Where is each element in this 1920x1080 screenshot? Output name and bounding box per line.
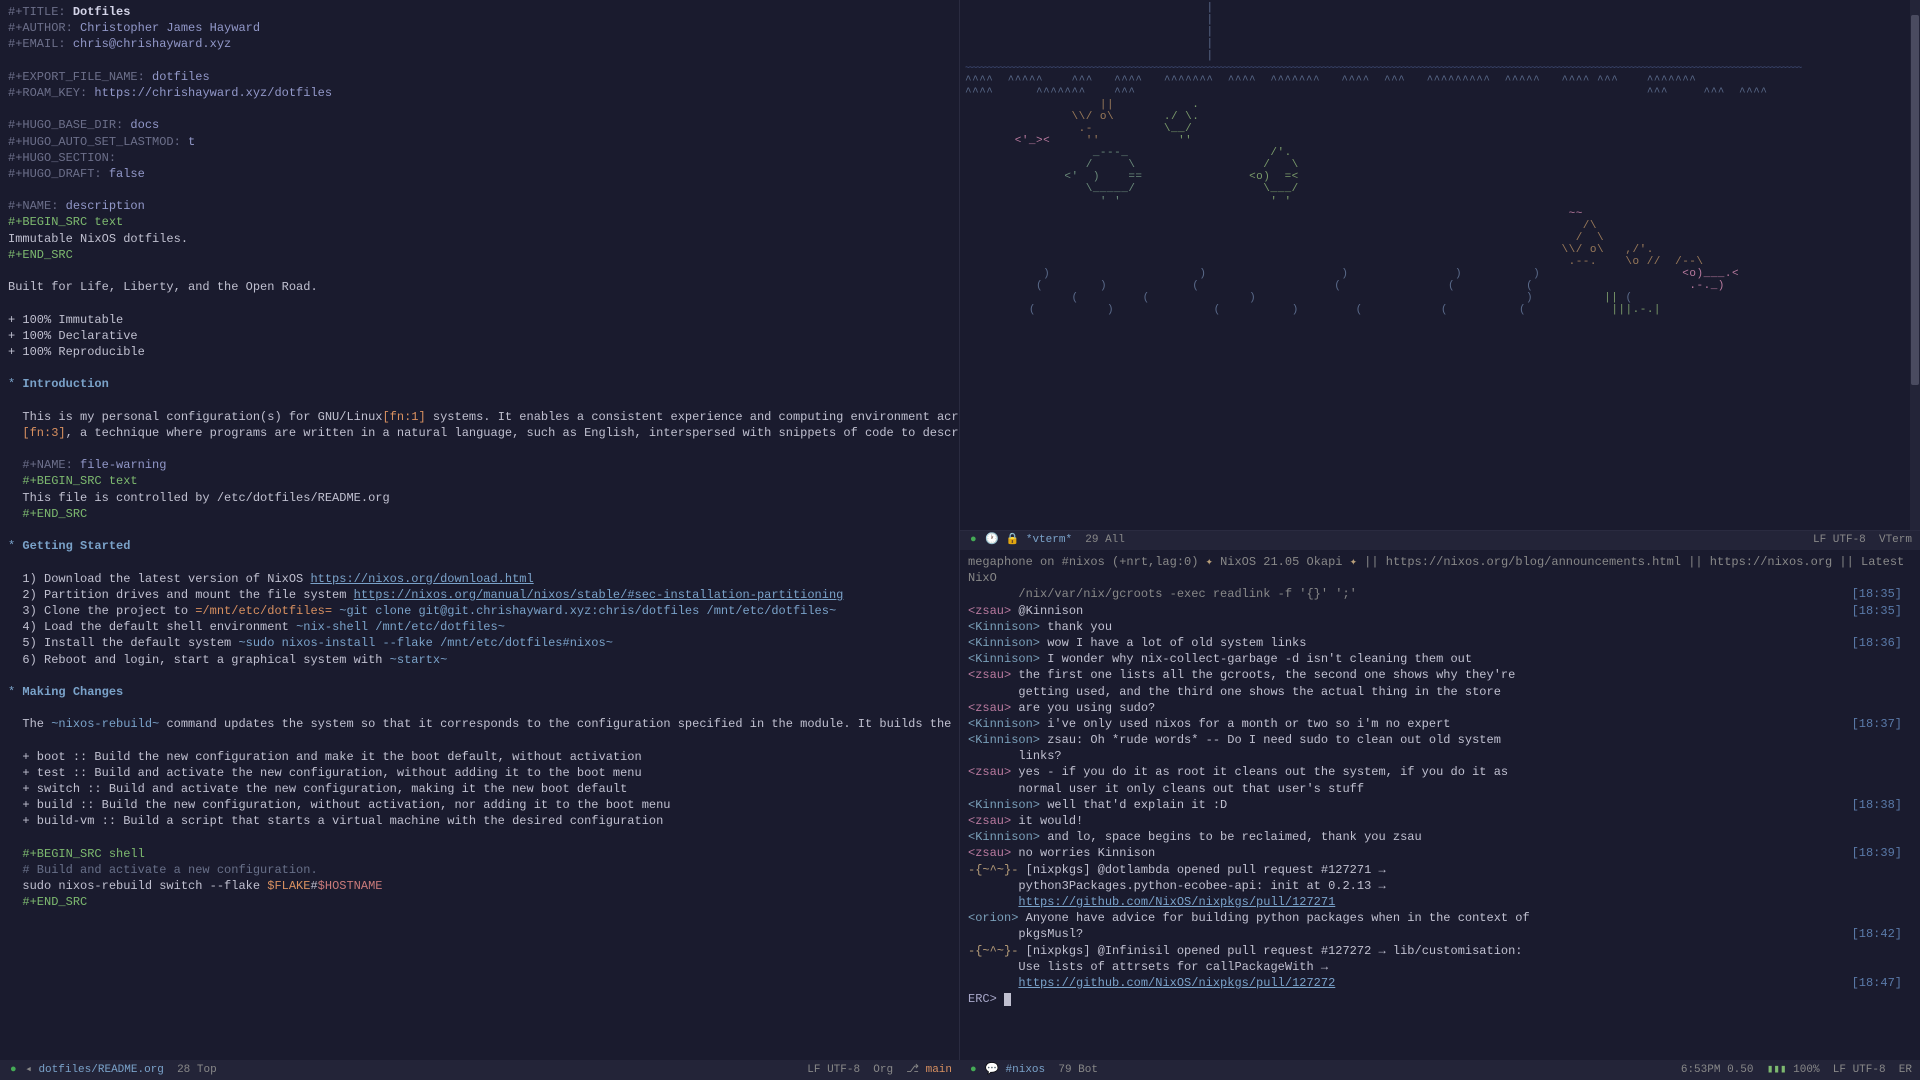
encoding: LF UTF-8 xyxy=(807,1063,860,1078)
irc-input[interactable] xyxy=(1004,993,1011,1006)
scrollbar[interactable] xyxy=(1910,0,1920,530)
position: 28 Top xyxy=(177,1063,217,1078)
git-branch: main xyxy=(926,1063,952,1078)
clock: 6:53PM 0.50 xyxy=(1681,1063,1754,1078)
buffer-name: *vterm* xyxy=(1026,533,1072,548)
chat-icon: 💬 xyxy=(985,1063,999,1078)
irc-prompt: ERC> xyxy=(968,992,997,1006)
channel-name: #nixos xyxy=(1006,1063,1046,1078)
major-mode: Org xyxy=(873,1063,893,1078)
encoding: LF UTF-8 xyxy=(1813,533,1866,548)
battery-icon: ▮▮▮ xyxy=(1767,1063,1787,1078)
indicator-icon: ● xyxy=(970,533,977,548)
lock-icon: 🔒 xyxy=(1006,533,1020,548)
back-icon: ◂ xyxy=(25,1063,32,1078)
position: 29 All xyxy=(1085,533,1125,548)
irc-buffer[interactable]: megaphone on #nixos (+nrt,lag:0) ✦ NixOS… xyxy=(960,550,1920,1060)
org-modeline: ● ◂ dotfiles/README.org 28 Top LF UTF-8 … xyxy=(0,1060,960,1080)
buffer-file: dotfiles/README.org xyxy=(38,1063,163,1078)
vterm-modeline: ● 🕐 🔒 *vterm* 29 All LF UTF-8 VTerm xyxy=(960,530,1920,550)
branch-icon: ⎇ xyxy=(906,1063,919,1078)
ascii-art: | | | | | ~~~~~~~~~~~~~~~~~~~~~~~~~~~~~~… xyxy=(960,0,1920,318)
indicator-icon: ● xyxy=(10,1063,17,1078)
position: 79 Bot xyxy=(1058,1063,1098,1078)
battery-pct: 100% xyxy=(1793,1063,1819,1078)
vterm-buffer[interactable]: | | | | | ~~~~~~~~~~~~~~~~~~~~~~~~~~~~~~… xyxy=(960,0,1920,530)
irc-modeline: ● 💬 #nixos 79 Bot 6:53PM 0.50 ▮▮▮ 100% L… xyxy=(960,1060,1920,1080)
clock-icon: 🕐 xyxy=(985,533,999,548)
encoding: LF UTF-8 xyxy=(1833,1063,1886,1078)
indicator-icon: ● xyxy=(970,1063,977,1078)
org-content: #+TITLE: Dotfiles #+AUTHOR: Christopher … xyxy=(8,4,951,911)
major-mode: VTerm xyxy=(1879,533,1912,548)
org-buffer[interactable]: #+TITLE: Dotfiles #+AUTHOR: Christopher … xyxy=(0,0,960,1060)
major-mode: ER xyxy=(1899,1063,1912,1078)
